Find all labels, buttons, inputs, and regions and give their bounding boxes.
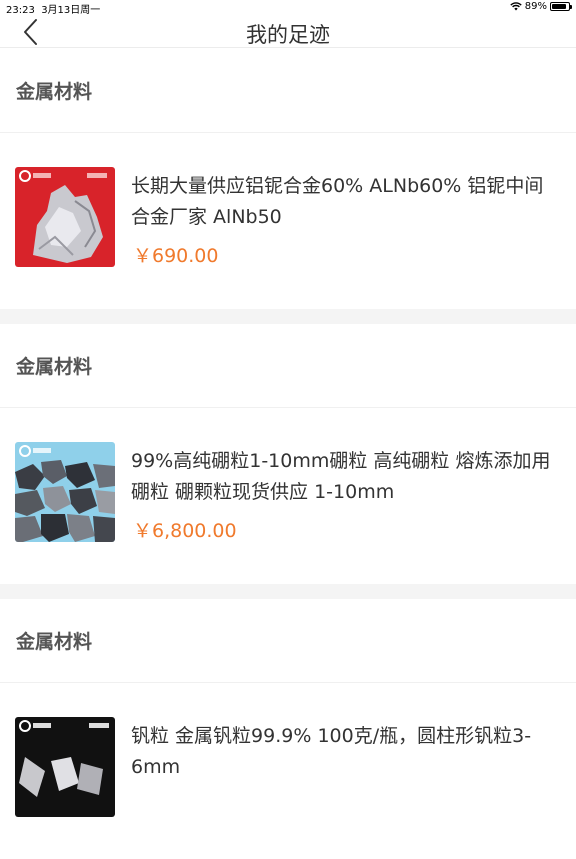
category-label: 金属材料: [0, 324, 576, 408]
product-image: [15, 717, 115, 817]
wifi-icon: [510, 2, 522, 11]
product-item[interactable]: 99%高纯硼粒1-10mm硼粒 高纯硼粒 熔炼添加用硼粒 硼颗粒现货供应 1-1…: [0, 408, 576, 584]
battery-percent: 89%: [524, 1, 547, 12]
product-item[interactable]: 钒粒 金属钒粒99.9% 100克/瓶，圆柱形钒粒3-6mm: [0, 683, 576, 859]
status-bar: 23:23 3月13日周一 89%: [0, 0, 576, 16]
status-time: 23:23: [6, 5, 35, 16]
product-title: 钒粒 金属钒粒99.9% 100克/瓶，圆柱形钒粒3-6mm: [131, 725, 532, 778]
page-title: 我的足迹: [246, 23, 330, 47]
status-date: 3月13日周一: [41, 5, 101, 16]
category-label: 金属材料: [0, 49, 576, 133]
product-title: 99%高纯硼粒1-10mm硼粒 高纯硼粒 熔炼添加用硼粒 硼颗粒现货供应 1-1…: [131, 450, 551, 503]
nav-bar: 我的足迹: [0, 16, 576, 48]
status-time-date: 23:23 3月13日周一: [6, 1, 100, 16]
product-item[interactable]: 长期大量供应铝铌合金60% ALNb60% 铝铌中间合金厂家 AlNb50 ￥6…: [0, 133, 576, 309]
product-image: [15, 442, 115, 542]
history-card: 金属材料 钒粒 金属钒粒99.9% 100克/瓶，圆柱形钒粒3-6mm: [0, 599, 576, 859]
product-image: [15, 167, 115, 267]
product-price: ￥690.00: [133, 245, 219, 267]
section-divider: [0, 584, 576, 599]
category-label: 金属材料: [0, 599, 576, 683]
battery-icon: [550, 2, 572, 11]
history-card: 金属材料 99%高纯硼粒1-10mm硼粒 高纯硼粒 熔炼添加用硼粒 硼颗粒现货供…: [0, 324, 576, 584]
status-right: 89%: [510, 1, 572, 12]
history-list: 金属材料 长期大量供应铝铌合金60% ALNb60% 铝铌中间合金厂家 AlNb…: [0, 49, 576, 859]
product-price: ￥6,800.00: [133, 520, 237, 542]
history-card: 金属材料 长期大量供应铝铌合金60% ALNb60% 铝铌中间合金厂家 AlNb…: [0, 49, 576, 309]
product-title: 长期大量供应铝铌合金60% ALNb60% 铝铌中间合金厂家 AlNb50: [131, 175, 544, 228]
section-divider: [0, 309, 576, 324]
battery-fill: [552, 4, 567, 9]
